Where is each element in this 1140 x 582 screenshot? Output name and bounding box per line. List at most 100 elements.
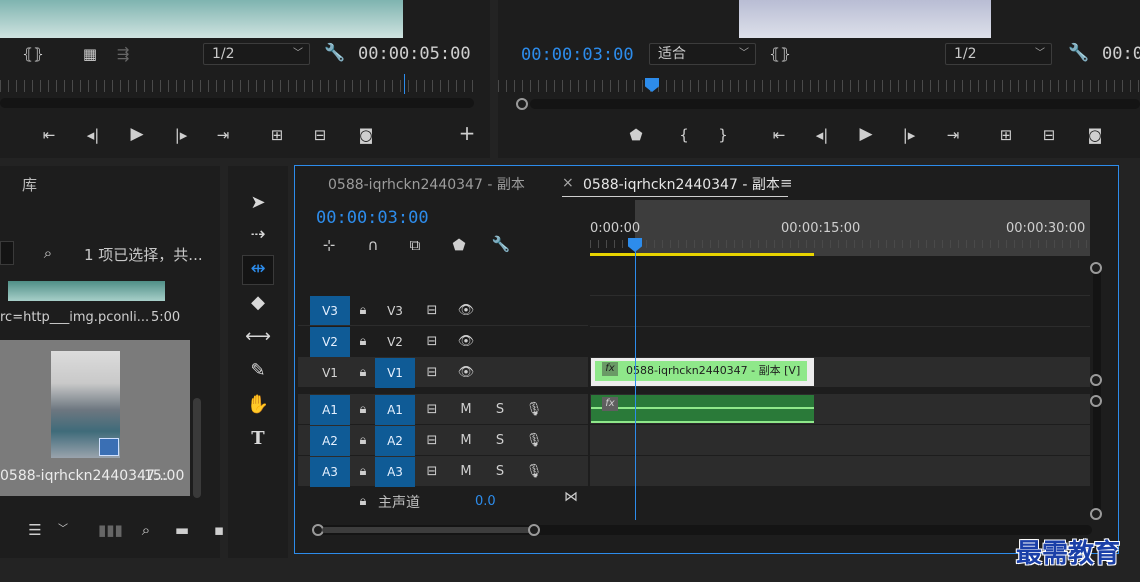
lift-icon[interactable]: ⊞ [995, 126, 1017, 144]
mute-button[interactable]: M [456, 426, 476, 456]
program-scale-select[interactable]: 1/2 ﹀ [945, 43, 1052, 65]
chevron-down-icon[interactable]: ﹀ [52, 521, 74, 539]
camera-icon[interactable]: ◙ [355, 126, 377, 144]
step-back-icon[interactable]: ◂| [82, 126, 104, 144]
vscroll-knob-top[interactable] [1090, 262, 1102, 274]
step-back-icon[interactable]: ◂| [811, 126, 833, 144]
master-volume-value[interactable]: 0.0 [475, 494, 496, 509]
folder-icon[interactable]: ▬ [171, 521, 193, 539]
new-item-icon[interactable]: ▪ [208, 521, 230, 539]
timeline-settings-wrench-icon[interactable]: 🔧 [490, 235, 512, 253]
sync-lock-icon[interactable]: ⊟ [422, 296, 442, 326]
linked-selection-icon[interactable]: ⧉ [404, 236, 426, 254]
project-search-input[interactable] [0, 241, 14, 265]
film-icon[interactable]: ▦ [79, 45, 101, 63]
step-forward-icon[interactable]: |▸ [170, 126, 192, 144]
program-scrollbar[interactable] [530, 99, 1140, 109]
video-clip[interactable]: fx 0588-iqrhckn2440347 - 副本 [V] [591, 358, 814, 386]
solo-button[interactable]: S [490, 426, 510, 456]
track-target-v3[interactable]: V3 [375, 296, 415, 326]
eye-icon[interactable]: 👁︎ [456, 296, 476, 326]
sync-lock-icon[interactable]: ⊟ [422, 426, 442, 456]
microphone-icon[interactable]: 🎙︎ [524, 457, 544, 487]
lane-v2[interactable] [590, 326, 1090, 356]
go-to-out-icon[interactable]: ⇥ [212, 126, 234, 144]
hand-tool-icon[interactable]: ✋ [244, 392, 272, 418]
track-target-a3[interactable]: A3 [375, 457, 415, 487]
sync-lock-icon[interactable]: ⊟ [422, 327, 442, 357]
nest-icon[interactable]: ⊹ [318, 236, 340, 254]
list-item-selected[interactable]: 0588-iqrhckn2440347... 15:00 [0, 340, 190, 496]
wrench-icon[interactable]: 🔧 [324, 44, 346, 62]
sync-lock-icon[interactable]: ⊟ [422, 358, 442, 388]
zoom-slider-icon[interactable]: ▮▮▮ [98, 521, 123, 539]
source-patch-a2[interactable]: A2 [310, 426, 350, 456]
snap-magnet-icon[interactable]: ∩ [362, 236, 384, 254]
slip-tool-icon[interactable]: ⟷ [244, 324, 272, 350]
list-item-thumb[interactable] [8, 281, 165, 301]
type-tool-icon[interactable]: T [244, 426, 272, 452]
solo-button[interactable]: S [490, 395, 510, 425]
lock-icon[interactable]: 🔒︎ [353, 457, 373, 487]
selection-tool-icon[interactable]: ➤ [244, 190, 272, 216]
export-frame-icon[interactable]: ⦃⦄ [769, 45, 791, 63]
go-to-in-icon[interactable]: ⇤ [38, 126, 60, 144]
search-icon[interactable]: ⌕ [135, 521, 157, 539]
play-icon[interactable]: ▶ [855, 125, 877, 143]
list-view-icon[interactable]: ☰ [24, 521, 46, 539]
overwrite-icon[interactable]: ⊟ [309, 126, 331, 144]
lane-a2[interactable] [590, 425, 1090, 455]
lock-icon[interactable]: 🔒︎ [353, 395, 373, 425]
program-fit-select[interactable]: 适合 ﹀ [649, 43, 756, 65]
lock-icon[interactable]: 🔒︎ [353, 358, 373, 388]
wrench-icon[interactable]: 🔧 [1068, 44, 1090, 62]
panel-menu-icon[interactable]: ≡ [780, 174, 793, 192]
track-target-v2[interactable]: V2 [375, 327, 415, 357]
mute-button[interactable]: M [456, 395, 476, 425]
mute-button[interactable]: M [456, 457, 476, 487]
program-zoom-handle[interactable] [516, 98, 528, 110]
mark-in-icon[interactable]: { [673, 126, 695, 144]
project-scrollbar[interactable] [193, 398, 201, 498]
close-icon[interactable]: × [562, 175, 574, 191]
ripple-edit-tool-icon[interactable]: ⇹ [242, 255, 274, 285]
track-target-a1[interactable]: A1 [375, 395, 415, 425]
source-scale-select[interactable]: 1/2 ﹀ [203, 43, 310, 65]
step-forward-icon[interactable]: |▸ [898, 126, 920, 144]
tab-sequence-1[interactable]: 0588-iqrhckn2440347 - 副本 [328, 174, 525, 194]
sync-lock-icon[interactable]: ⊟ [422, 457, 442, 487]
lane-v3[interactable] [590, 295, 1090, 325]
source-patch-v1[interactable]: V1 [310, 358, 350, 388]
track-target-a2[interactable]: A2 [375, 426, 415, 456]
razor-tool-icon[interactable]: ◆ [244, 290, 272, 316]
solo-button[interactable]: S [490, 457, 510, 487]
audio-clip[interactable]: fx [591, 395, 814, 423]
search-bin-icon[interactable]: ⌕ [37, 244, 59, 262]
vscroll-knob-bottom[interactable] [1090, 508, 1102, 520]
sync-lock-icon[interactable]: ⊟ [422, 395, 442, 425]
track-target-v1[interactable]: V1 [375, 358, 415, 388]
marker-icon[interactable]: ⬟ [625, 126, 647, 144]
go-to-end-icon[interactable]: ⋈ [564, 489, 578, 505]
source-patch-v2[interactable]: V2 [310, 327, 350, 357]
eye-icon[interactable]: 👁︎ [456, 358, 476, 388]
pen-tool-icon[interactable]: ✎ [244, 358, 272, 384]
time-ruler[interactable]: 0:00:00 00:00:15:00 00:00:30:00 [590, 200, 1090, 256]
export-frame-icon[interactable]: ⦃⦄ [22, 45, 44, 63]
source-patch-v3[interactable]: V3 [310, 296, 350, 326]
hscroll-thumb[interactable] [322, 527, 532, 533]
go-to-out-icon[interactable]: ⇥ [942, 126, 964, 144]
timeline-vscroll[interactable] [1093, 262, 1101, 520]
eye-icon[interactable]: 👁︎ [456, 327, 476, 357]
mark-out-icon[interactable]: } [712, 126, 734, 144]
lock-icon[interactable]: 🔒︎ [353, 296, 373, 326]
microphone-icon[interactable]: 🎙︎ [524, 395, 544, 425]
track-select-tool-icon[interactable]: ⇢ [244, 222, 272, 248]
lock-icon[interactable]: 🔒︎ [353, 487, 373, 517]
tab-library[interactable]: 库 [22, 174, 37, 195]
microphone-icon[interactable]: 🎙︎ [524, 426, 544, 456]
lock-icon[interactable]: 🔒︎ [353, 327, 373, 357]
vscroll-knob-mid[interactable] [1090, 374, 1102, 386]
work-area-bar[interactable] [590, 253, 814, 256]
source-patch-a3[interactable]: A3 [310, 457, 350, 487]
